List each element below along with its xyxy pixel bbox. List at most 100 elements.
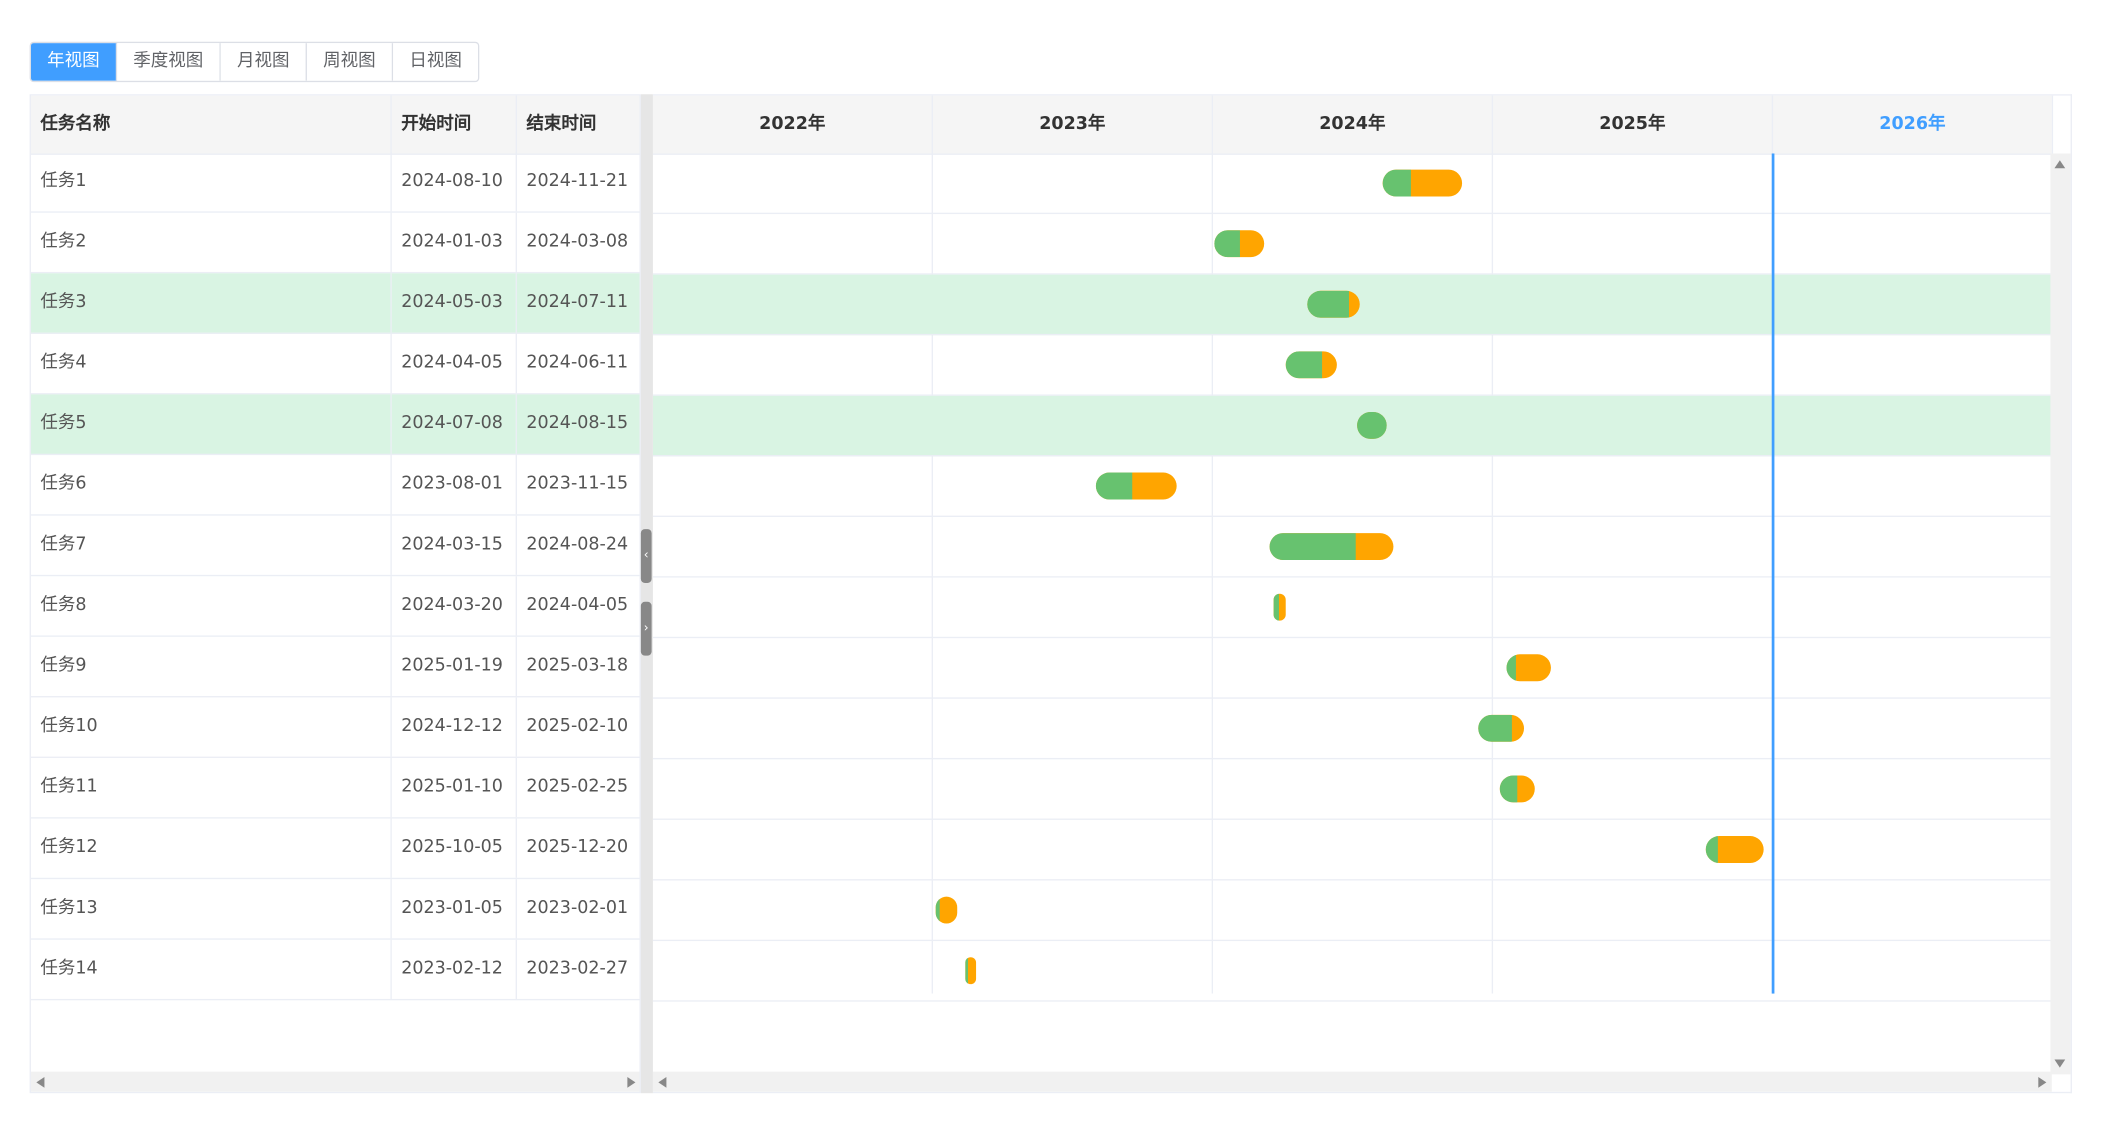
scroll-left-icon[interactable] bbox=[36, 1077, 45, 1088]
year-2023-header: 2023年 bbox=[933, 95, 1214, 154]
task-end-cell: 2025-03-18 bbox=[526, 655, 629, 676]
task-bar[interactable] bbox=[1382, 169, 1462, 197]
task-progress-fill bbox=[1273, 593, 1280, 621]
task-start-cell: 2024-07-08 bbox=[392, 394, 517, 454]
tab-quarter-view[interactable]: 季度视图 bbox=[117, 43, 221, 81]
scroll-up-icon[interactable] bbox=[2054, 160, 2066, 169]
task-start-cell: 2023-08-01 bbox=[392, 455, 517, 515]
task-bar[interactable] bbox=[1273, 593, 1286, 621]
task-progress-fill bbox=[936, 896, 941, 924]
column-header-name[interactable]: 任务名称 bbox=[31, 95, 392, 154]
view-switcher: 年视图 季度视图 月视图 周视图 日视图 bbox=[29, 41, 480, 83]
scroll-right-icon[interactable] bbox=[2038, 1077, 2047, 1088]
table-row[interactable]: 任务2 2024-01-03 2024-03-08 bbox=[30, 212, 640, 274]
table-row[interactable]: 任务7 2024-03-15 2024-08-24 bbox=[30, 515, 640, 577]
task-end-cell: 2024-07-11 bbox=[526, 292, 629, 313]
table-row[interactable]: 任务13 2023-01-05 2023-02-01 bbox=[30, 879, 640, 940]
timeline-row bbox=[652, 335, 2052, 396]
task-name-cell: 任务5 bbox=[31, 394, 392, 454]
tab-week-view[interactable]: 周视图 bbox=[307, 43, 394, 81]
task-bar[interactable] bbox=[1357, 411, 1387, 439]
task-name-cell: 任务6 bbox=[31, 455, 392, 515]
task-start-cell: 2023-01-05 bbox=[392, 879, 517, 939]
table-row[interactable]: 任务4 2024-04-05 2024-06-11 bbox=[30, 333, 640, 395]
task-bar[interactable] bbox=[965, 957, 977, 985]
task-bar[interactable] bbox=[1705, 836, 1764, 863]
task-bar[interactable] bbox=[1477, 714, 1524, 742]
table-row[interactable]: 任务5 2024-07-08 2024-08-15 bbox=[30, 394, 640, 456]
task-bar[interactable] bbox=[1499, 775, 1536, 803]
task-bar[interactable] bbox=[1095, 472, 1177, 500]
tab-month-view[interactable]: 月视图 bbox=[220, 43, 308, 81]
task-name-cell: 任务1 bbox=[31, 152, 392, 212]
expand-right-icon[interactable]: › bbox=[640, 601, 652, 656]
task-end-cell: 2025-02-25 bbox=[526, 776, 629, 798]
chart-horizontal-scrollbar[interactable] bbox=[652, 1071, 2052, 1092]
task-start-cell: 2023-02-12 bbox=[392, 939, 517, 999]
task-end-cell: 2024-03-08 bbox=[526, 231, 629, 252]
table-row[interactable]: 任务1 2024-08-10 2024-11-21 bbox=[30, 152, 640, 213]
task-start-cell: 2024-03-20 bbox=[392, 576, 517, 636]
scroll-down-icon[interactable] bbox=[2054, 1059, 2066, 1068]
task-bar[interactable] bbox=[936, 896, 957, 924]
task-bar[interactable] bbox=[1307, 290, 1360, 318]
task-name-cell: 任务7 bbox=[31, 515, 392, 575]
task-end-cell: 2025-12-20 bbox=[526, 837, 629, 858]
task-start-cell: 2024-08-10 bbox=[392, 152, 517, 212]
task-end-cell: 2024-11-21 bbox=[526, 170, 629, 192]
task-start-cell: 2025-01-10 bbox=[392, 757, 517, 818]
task-bar[interactable] bbox=[1285, 351, 1337, 379]
task-progress-fill bbox=[1705, 836, 1718, 863]
table-row[interactable]: 任务9 2025-01-19 2025-03-18 bbox=[30, 636, 640, 698]
scroll-left-icon[interactable] bbox=[658, 1077, 667, 1088]
task-name-cell: 任务3 bbox=[31, 273, 392, 333]
timeline-header: 2022年 2023年 2024年 2025年 2026年 bbox=[652, 95, 2054, 155]
task-end-cell: 2025-02-10 bbox=[526, 716, 629, 737]
task-progress-fill bbox=[1095, 472, 1133, 500]
task-progress-fill bbox=[965, 957, 969, 985]
task-progress-fill bbox=[1382, 169, 1411, 197]
task-start-cell: 2024-03-15 bbox=[392, 515, 517, 575]
task-name-cell: 任务10 bbox=[31, 697, 392, 757]
timeline-row bbox=[652, 638, 2052, 699]
chart-vertical-scrollbar[interactable] bbox=[2050, 153, 2071, 1075]
table-row[interactable]: 任务14 2023-02-12 2023-02-27 bbox=[30, 939, 640, 1001]
table-row[interactable]: 任务12 2025-10-05 2025-12-20 bbox=[30, 818, 640, 880]
tab-year-view[interactable]: 年视图 bbox=[30, 43, 118, 81]
timeline-row bbox=[652, 578, 2052, 639]
task-progress-fill bbox=[1357, 411, 1387, 439]
task-end-cell: 2024-08-15 bbox=[526, 413, 629, 434]
task-bar[interactable] bbox=[1269, 533, 1394, 561]
task-name-cell: 任务12 bbox=[31, 818, 392, 878]
gantt-chart: 2022年 2023年 2024年 2025年 2026年 bbox=[652, 94, 2072, 1094]
task-grid: 任务名称 开始时间 结束时间 任务1 2024-08-10 2024-11-21 任务… bbox=[29, 94, 641, 1094]
grid-horizontal-scrollbar[interactable] bbox=[30, 1071, 640, 1092]
table-row[interactable]: 任务8 2024-03-20 2024-04-05 bbox=[30, 576, 640, 637]
task-end-cell: 2024-04-05 bbox=[526, 595, 629, 616]
scroll-right-icon[interactable] bbox=[627, 1077, 636, 1088]
pane-splitter[interactable]: ‹ › bbox=[640, 94, 653, 1094]
column-header-start[interactable]: 开始时间 bbox=[392, 95, 517, 154]
task-progress-fill bbox=[1214, 230, 1240, 258]
column-header-end[interactable]: 结束时间 bbox=[517, 96, 640, 154]
timeline-row bbox=[652, 759, 2052, 820]
table-row[interactable]: 任务6 2023-08-01 2023-11-15 bbox=[30, 455, 640, 516]
task-end-cell: 2023-11-15 bbox=[526, 473, 629, 495]
task-name-cell: 任务13 bbox=[31, 879, 392, 939]
task-end-cell: 2023-02-27 bbox=[526, 958, 629, 979]
timeline-row bbox=[652, 395, 2052, 457]
task-start-cell: 2024-12-12 bbox=[392, 697, 517, 757]
table-row[interactable]: 任务3 2024-05-03 2024-07-11 bbox=[30, 273, 640, 334]
task-bar[interactable] bbox=[1214, 230, 1265, 258]
collapse-left-icon[interactable]: ‹ bbox=[640, 529, 652, 583]
tab-day-view[interactable]: 日视图 bbox=[393, 43, 479, 81]
task-progress-fill bbox=[1477, 714, 1513, 742]
table-row[interactable]: 任务10 2024-12-12 2025-02-10 bbox=[30, 697, 640, 758]
task-bar[interactable] bbox=[1506, 654, 1552, 682]
timeline-row bbox=[652, 941, 2052, 1002]
task-name-cell: 任务4 bbox=[31, 333, 392, 394]
table-row[interactable]: 任务11 2025-01-10 2025-02-25 bbox=[30, 757, 640, 819]
task-progress-fill bbox=[1307, 290, 1350, 318]
timeline-row bbox=[652, 820, 2052, 881]
timeline-row bbox=[652, 153, 2052, 215]
